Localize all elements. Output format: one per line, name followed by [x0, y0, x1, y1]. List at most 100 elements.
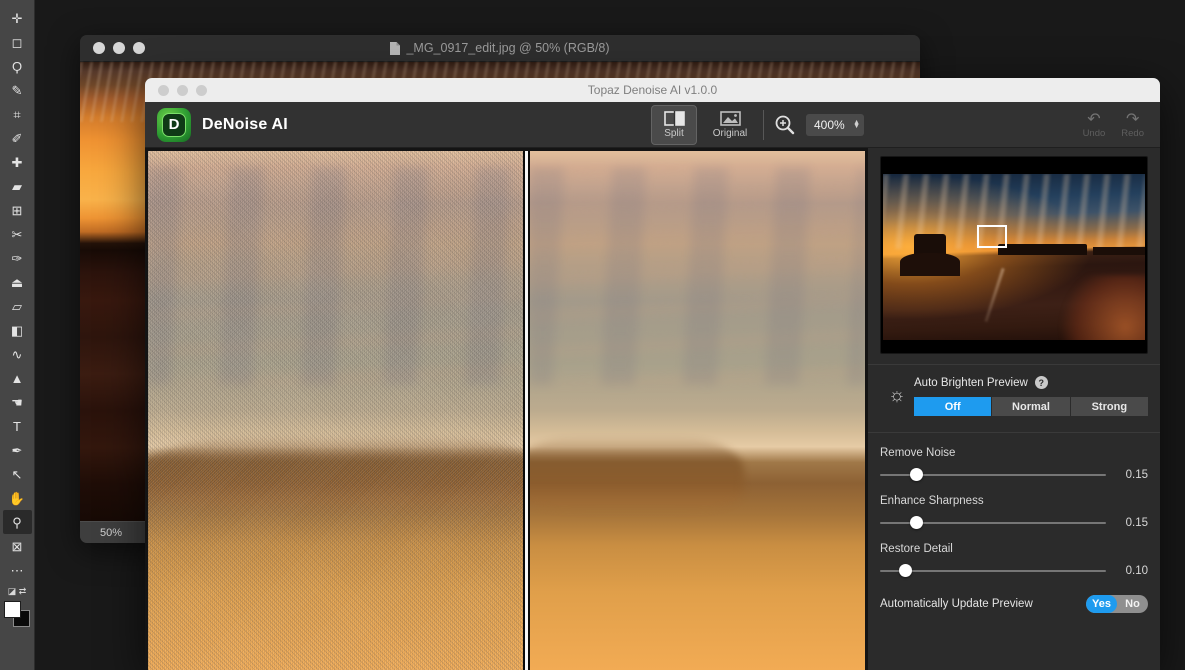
redo-icon: ↷: [1126, 112, 1139, 128]
restore-detail-slider-block: Restore Detail 0.10: [880, 543, 1148, 577]
tool-spot-healing-icon[interactable]: ✚: [3, 150, 32, 174]
tool-lasso-icon[interactable]: Ϙ: [3, 54, 32, 78]
cloud-band: [530, 436, 744, 514]
navigator-thumbnail[interactable]: [880, 156, 1148, 354]
thumb-mesa: [998, 244, 1087, 256]
enhance-sharpness-value: 0.15: [1106, 517, 1148, 529]
divider: [763, 110, 764, 140]
auto-update-row: Automatically Update Preview YesNo: [880, 595, 1148, 613]
auto-update-toggle[interactable]: YesNo: [1086, 595, 1148, 613]
sliders-section: Remove Noise 0.15 Enhance Sharpness 0.15 Res…: [880, 447, 1148, 577]
auto-brighten-segmented-control: OffNormalStrong: [914, 397, 1148, 416]
zoom-stepper[interactable]: ▲▼: [853, 121, 860, 129]
remove-noise-slider-track[interactable]: [880, 474, 1106, 476]
redo-button[interactable]: ↷ Redo: [1121, 112, 1144, 139]
tool-hand-icon[interactable]: ✋: [3, 486, 32, 510]
help-icon[interactable]: ?: [1035, 376, 1048, 389]
auto-brighten-label: Auto Brighten Preview: [914, 377, 1028, 389]
tool-brush-icon[interactable]: ✑: [3, 246, 32, 270]
split-view-button[interactable]: Split: [651, 105, 697, 145]
tool-scissors-icon[interactable]: ✂: [3, 222, 32, 246]
tool-crop-icon[interactable]: ⌗: [3, 102, 32, 126]
view-controls: Split Original 400% ▲▼: [651, 102, 864, 148]
photoshop-titlebar[interactable]: _MG_0917_edit.jpg @ 50% (RGB/8): [80, 35, 920, 62]
color-swatches[interactable]: [4, 601, 30, 627]
file-icon: [390, 42, 400, 55]
noise-overlay: [148, 151, 523, 670]
auto-brighten-section: ☼ Auto Brighten Preview ? OffNormalStron…: [880, 376, 1148, 416]
enhance-sharpness-slider-handle[interactable]: [910, 516, 923, 529]
tool-type-icon[interactable]: T: [3, 414, 32, 438]
topaz-denoise-window: Topaz Denoise AI v1.0.0 D DeNoise AI Spl…: [145, 78, 1160, 670]
app-title: DeNoise AI: [202, 116, 288, 134]
preview-pane-denoised[interactable]: [530, 151, 865, 670]
tool-dodge-icon[interactable]: ☚: [3, 390, 32, 414]
history-controls: ↶ Undo ↷ Redo: [1083, 102, 1144, 148]
thumbnail-image[interactable]: [883, 174, 1145, 340]
restore-detail-slider-handle[interactable]: [899, 564, 912, 577]
restore-detail-label: Restore Detail: [880, 543, 1148, 555]
zoom-level-select[interactable]: 400% ▲▼: [806, 114, 864, 136]
tool-gradient-icon[interactable]: ◧: [3, 318, 32, 342]
cloud-streaks: [530, 167, 865, 385]
divider: [868, 364, 1160, 365]
split-view-icon: [664, 111, 685, 126]
brighten-option-normal[interactable]: Normal: [992, 397, 1069, 416]
brighten-option-strong[interactable]: Strong: [1071, 397, 1148, 416]
remove-noise-value: 0.15: [1106, 469, 1148, 481]
document-title: _MG_0917_edit.jpg @ 50% (RGB/8): [80, 41, 920, 55]
topaz-header: D DeNoise AI Split Original: [145, 102, 1160, 148]
topaz-window-title: Topaz Denoise AI v1.0.0: [145, 83, 1160, 97]
tool-more-tools-icon[interactable]: ⋯: [3, 558, 32, 582]
undo-icon: ↶: [1087, 112, 1100, 128]
tool-sharpen-icon[interactable]: ▲: [3, 366, 32, 390]
tool-artboard-icon[interactable]: ⊠: [3, 534, 32, 558]
restore-detail-value: 0.10: [1106, 565, 1148, 577]
denoise-logo-icon: D: [157, 108, 191, 142]
thumb-rocks: [1056, 275, 1145, 340]
original-view-button[interactable]: Original: [707, 105, 753, 145]
update-preview-yes[interactable]: Yes: [1086, 595, 1117, 613]
thumb-road: [984, 268, 1004, 323]
tool-zoom-icon[interactable]: ⚲: [3, 510, 32, 534]
split-preview: [145, 148, 868, 670]
tool-frame-icon[interactable]: ⊞: [3, 198, 32, 222]
topaz-titlebar[interactable]: Topaz Denoise AI v1.0.0: [145, 78, 1160, 102]
original-view-icon: [720, 111, 741, 126]
tool-healing-brush-icon[interactable]: ▰: [3, 174, 32, 198]
photoshop-toolbar: ✛◻Ϙ✎⌗✐✚▰⊞✂✑⏏▱◧∿▲☚T✒↖✋⚲⊠⋯ ◪ ⇄: [0, 0, 35, 670]
preview-pane-noisy[interactable]: [148, 151, 523, 670]
thumb-mesa-far: [1093, 247, 1145, 255]
tool-direct-selection-icon[interactable]: ↖: [3, 462, 32, 486]
split-divider-handle[interactable]: [523, 151, 530, 670]
update-preview-no[interactable]: No: [1117, 595, 1148, 613]
brighten-option-off[interactable]: Off: [914, 397, 991, 416]
tool-quick-selection-icon[interactable]: ✎: [3, 78, 32, 102]
undo-button[interactable]: ↶ Undo: [1083, 112, 1106, 139]
tool-clone-stamp-icon[interactable]: ⏏: [3, 270, 32, 294]
remove-noise-slider-handle[interactable]: [910, 468, 923, 481]
divider: [868, 432, 1160, 433]
restore-detail-slider-track[interactable]: [880, 570, 1106, 572]
tool-marquee-icon[interactable]: ◻: [3, 30, 32, 54]
swap-colors-icon[interactable]: ◪ ⇄: [3, 584, 32, 598]
document-zoom-level[interactable]: 50%: [100, 527, 122, 539]
tool-eraser-icon[interactable]: ▱: [3, 294, 32, 318]
remove-noise-slider-block: Remove Noise 0.15: [880, 447, 1148, 481]
tool-pen-icon[interactable]: ✒: [3, 438, 32, 462]
auto-update-label: Automatically Update Preview: [880, 598, 1033, 610]
enhance-sharpness-slider-block: Enhance Sharpness 0.15: [880, 495, 1148, 529]
settings-panel: ☼ Auto Brighten Preview ? OffNormalStron…: [868, 148, 1160, 670]
remove-noise-label: Remove Noise: [880, 447, 1148, 459]
zoom-level-value: 400%: [814, 118, 853, 132]
zoom-magnifier-icon[interactable]: [774, 114, 796, 136]
foreground-color-swatch[interactable]: [4, 601, 21, 618]
tool-move-icon[interactable]: ✛: [3, 6, 32, 30]
enhance-sharpness-slider-track[interactable]: [880, 522, 1106, 524]
navigator-view-rect[interactable]: [977, 225, 1007, 248]
logo-letter: D: [162, 113, 186, 137]
tool-smudge-icon[interactable]: ∿: [3, 342, 32, 366]
enhance-sharpness-label: Enhance Sharpness: [880, 495, 1148, 507]
tool-eyedropper-icon[interactable]: ✐: [3, 126, 32, 150]
brightness-sun-icon: ☼: [880, 376, 914, 416]
